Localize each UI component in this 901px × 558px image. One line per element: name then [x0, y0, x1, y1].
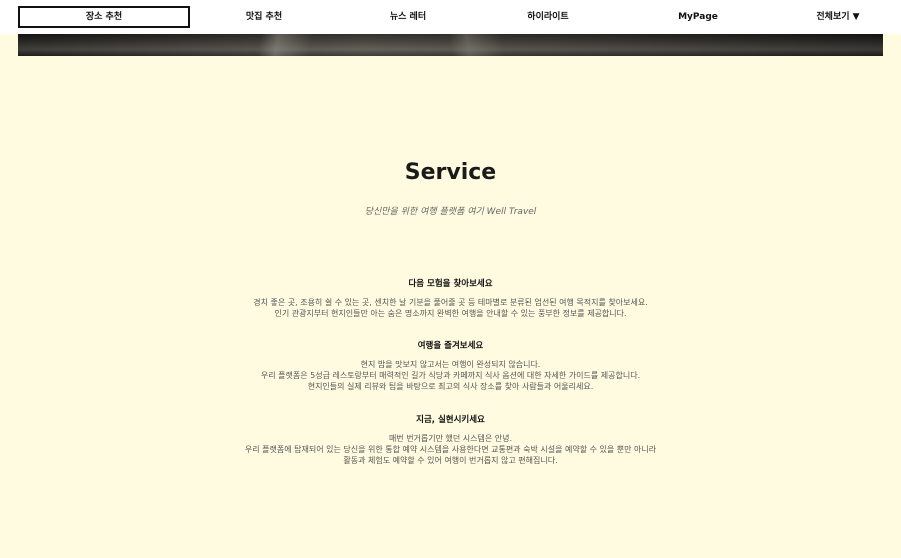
section-text-line: 매번 번거롭기만 했던 시스템은 안녕.: [388, 434, 513, 443]
section-make-it-happen: 지금, 실현시키세요 매번 번거롭기만 했던 시스템은 안녕. 우리 플랫폼에 …: [0, 414, 901, 466]
section-heading: 여행을 즐겨보세요: [417, 341, 484, 351]
section-text-line: 인기 관광지부터 현지인들만 아는 숨은 명소까지 완벽한 여행을 안내할 수 …: [274, 309, 627, 318]
nav-item-place-recommend[interactable]: 장소 추천: [18, 6, 190, 28]
top-navigation: 장소 추천 맛집 추천 뉴스 레터 하이라이트 MyPage 전체보기 ▼: [0, 0, 901, 34]
section-text-line: 우리 플랫폼에 탑재되어 있는 당신을 위한 통합 예약 시스템을 사용한다면 …: [244, 445, 657, 454]
section-text-line: 우리 플랫폼은 5성급 레스토랑부터 매력적인 길가 식당과 카페까지 식사 옵…: [260, 371, 641, 380]
section-enjoy-travel: 여행을 즐겨보세요 현지 밥을 맛보지 않고서는 여행이 완성되지 않습니다. …: [0, 340, 901, 392]
section-text-line: 현지인들의 실제 리뷰와 팁을 바탕으로 최고의 식사 장소를 찾아 사람들과 …: [307, 382, 594, 391]
section-adventure: 다음 모험을 찾아보세요 경치 좋은 곳, 조용히 쉴 수 있는 곳, 센치한 …: [0, 278, 901, 319]
nav-item-view-all-dropdown[interactable]: 전체보기 ▼: [778, 7, 898, 27]
section-text-line: 현지 밥을 맛보지 않고서는 여행이 완성되지 않습니다.: [360, 360, 541, 369]
nav-item-highlights[interactable]: 하이라이트: [478, 7, 618, 27]
section-text-line: 경치 좋은 곳, 조용히 쉴 수 있는 곳, 센치한 날 기분을 풀어줄 곳 등…: [253, 298, 648, 307]
section-heading: 다음 모험을 찾아보세요: [408, 279, 493, 289]
page-title: Service: [404, 160, 497, 185]
nav-item-mypage[interactable]: MyPage: [618, 7, 778, 27]
nav-item-newsletter[interactable]: 뉴스 레터: [338, 7, 478, 27]
page-subtitle: 당신만을 위한 여행 플랫폼 여기 Well Travel: [364, 207, 537, 217]
section-text-line: 활동과 체험도 예약할 수 있어 여행이 번거롭지 않고 편해집니다.: [343, 456, 558, 465]
hero-banner-image: [18, 34, 883, 56]
nav-item-restaurant-recommend[interactable]: 맛집 추천: [190, 7, 338, 27]
section-heading: 지금, 실현시키세요: [416, 415, 485, 425]
